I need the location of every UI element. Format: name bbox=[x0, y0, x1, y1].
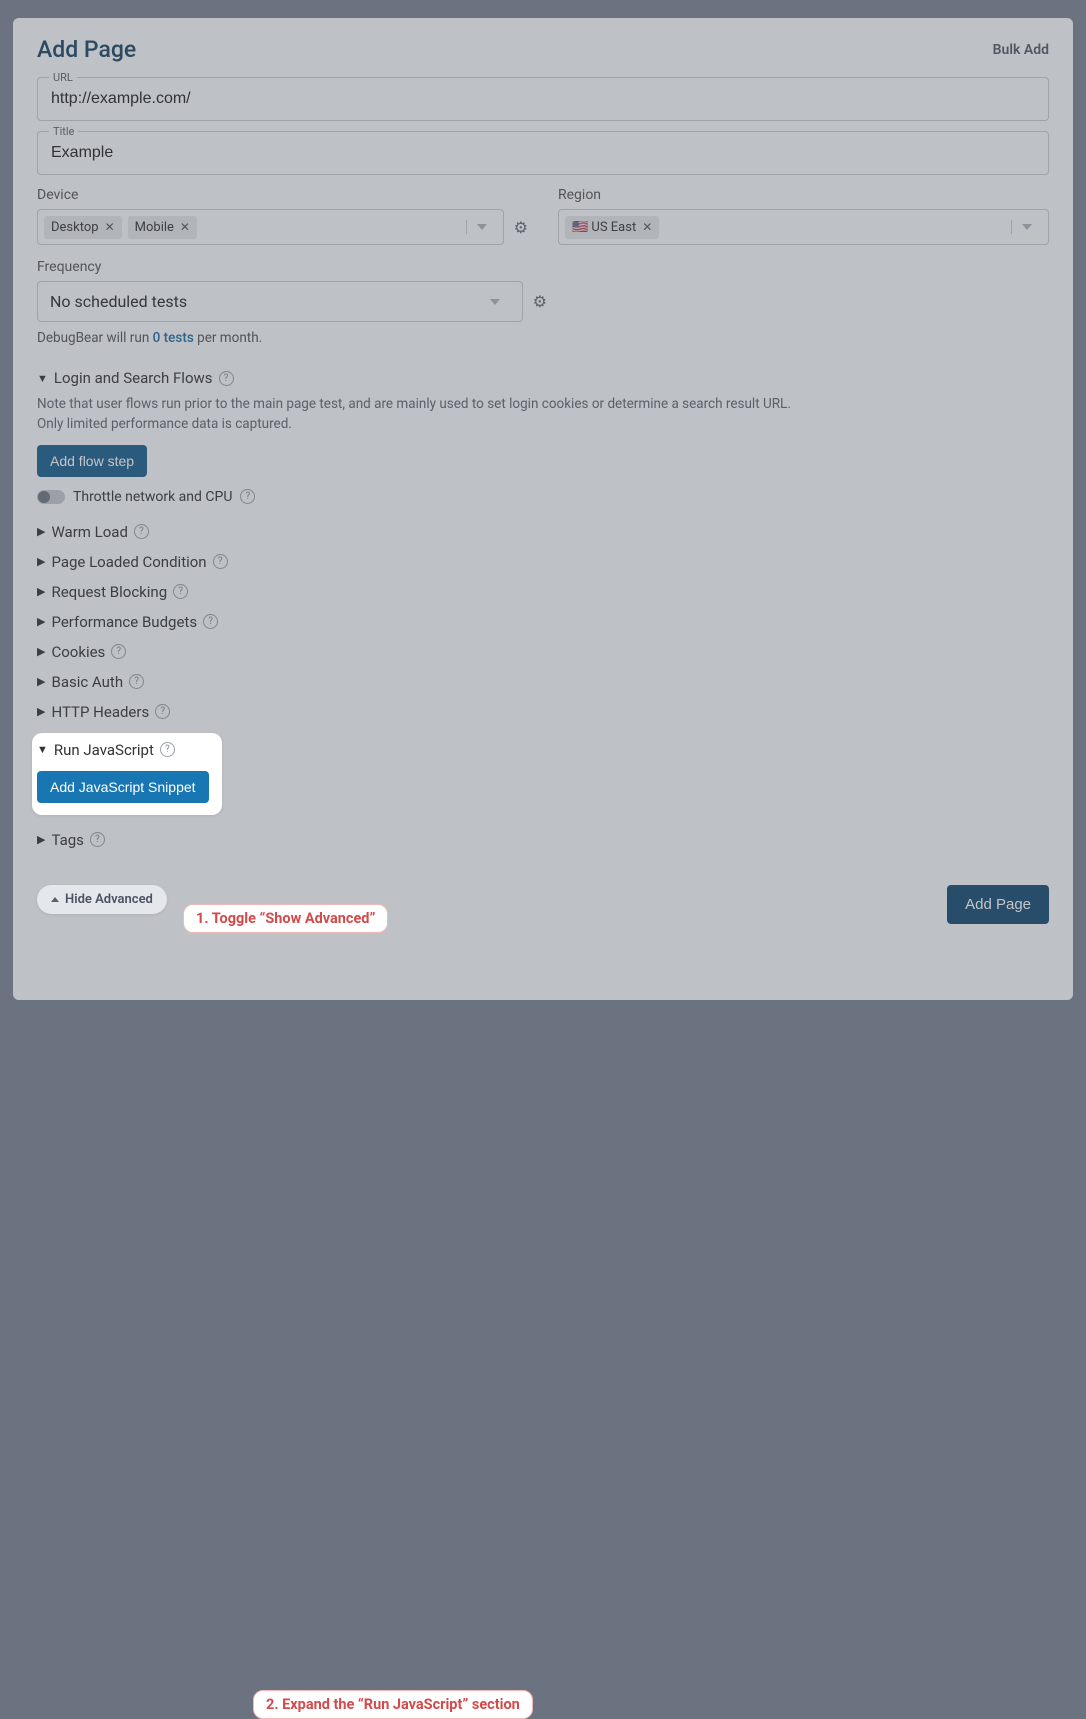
callout-text: 1. Toggle “Show Advanced” bbox=[183, 904, 388, 933]
triangle-right-icon: ▶ bbox=[37, 675, 45, 688]
dropdown-caret[interactable] bbox=[466, 220, 497, 234]
help-icon[interactable]: ? bbox=[111, 644, 126, 659]
device-chip-mobile[interactable]: Mobile ✕ bbox=[128, 216, 197, 239]
help-icon[interactable]: ? bbox=[219, 371, 234, 386]
add-page-modal: Add Page Bulk Add URL Title Device bbox=[13, 18, 1073, 1000]
triangle-right-icon: ▶ bbox=[37, 555, 45, 568]
section-label: Tags bbox=[51, 831, 83, 849]
device-select[interactable]: Desktop ✕ Mobile ✕ bbox=[37, 209, 504, 245]
region-label: Region bbox=[558, 187, 1049, 203]
cookies-toggle[interactable]: ▶ Cookies ? bbox=[37, 637, 1049, 667]
help-icon[interactable]: ? bbox=[134, 524, 149, 539]
callout-text: 2. Expand the “Run JavaScript” section bbox=[253, 1690, 533, 1719]
url-label: URL bbox=[49, 71, 77, 84]
flows-title: Login and Search Flows bbox=[54, 369, 213, 387]
help-icon[interactable]: ? bbox=[90, 832, 105, 847]
triangle-down-icon: ▼ bbox=[37, 372, 48, 385]
chip-remove-icon[interactable]: ✕ bbox=[105, 220, 115, 234]
title-label: Title bbox=[49, 125, 78, 138]
basic-auth-toggle[interactable]: ▶ Basic Auth ? bbox=[37, 667, 1049, 697]
section-label: HTTP Headers bbox=[51, 703, 149, 721]
chevron-down-icon bbox=[490, 299, 500, 305]
add-javascript-snippet-button[interactable]: Add JavaScript Snippet bbox=[37, 771, 209, 803]
pill-label: Hide Advanced bbox=[65, 892, 153, 907]
callout-1: 1. Toggle “Show Advanced” bbox=[183, 904, 1086, 933]
device-label: Device bbox=[37, 187, 528, 203]
triangle-right-icon: ▶ bbox=[37, 645, 45, 658]
triangle-right-icon: ▶ bbox=[37, 525, 45, 538]
help-icon[interactable]: ? bbox=[203, 614, 218, 629]
warm-load-toggle[interactable]: ▶ Warm Load ? bbox=[37, 517, 1049, 547]
section-label: Cookies bbox=[51, 643, 105, 661]
http-headers-toggle[interactable]: ▶ HTTP Headers ? bbox=[37, 697, 1049, 727]
throttle-label: Throttle network and CPU bbox=[73, 489, 232, 505]
section-label: Run JavaScript bbox=[54, 741, 154, 759]
help-icon[interactable]: ? bbox=[155, 704, 170, 719]
chip-label: Desktop bbox=[51, 220, 99, 235]
help-icon[interactable]: ? bbox=[213, 554, 228, 569]
triangle-right-icon: ▶ bbox=[37, 833, 45, 846]
section-label: Performance Budgets bbox=[51, 613, 197, 631]
tags-toggle[interactable]: ▶ Tags ? bbox=[37, 825, 1049, 855]
run-javascript-toggle[interactable]: ▼ Run JavaScript ? bbox=[37, 741, 212, 765]
bulk-add-link[interactable]: Bulk Add bbox=[993, 42, 1049, 58]
chevron-down-icon bbox=[477, 224, 487, 230]
region-chip-useast[interactable]: 🇺🇸 US East ✕ bbox=[565, 216, 659, 239]
page-title: Add Page bbox=[37, 36, 136, 63]
chevron-down-icon bbox=[1022, 224, 1032, 230]
section-label: Page Loaded Condition bbox=[51, 553, 206, 571]
page-loaded-toggle[interactable]: ▶ Page Loaded Condition ? bbox=[37, 547, 1049, 577]
help-icon[interactable]: ? bbox=[129, 674, 144, 689]
tests-count: 0 tests bbox=[153, 330, 194, 346]
callout-2: 2. Expand the “Run JavaScript” section bbox=[253, 1690, 1086, 1719]
hide-advanced-toggle[interactable]: Hide Advanced bbox=[37, 885, 167, 914]
chevron-up-icon bbox=[51, 897, 59, 902]
title-input[interactable] bbox=[37, 131, 1049, 175]
triangle-down-icon: ▼ bbox=[37, 743, 48, 756]
frequency-label: Frequency bbox=[37, 259, 547, 275]
region-select[interactable]: 🇺🇸 US East ✕ bbox=[558, 209, 1049, 245]
flows-note: Note that user flows run prior to the ma… bbox=[37, 394, 1049, 435]
chip-remove-icon[interactable]: ✕ bbox=[642, 220, 652, 234]
triangle-right-icon: ▶ bbox=[37, 585, 45, 598]
run-javascript-section: ▼ Run JavaScript ? Add JavaScript Snippe… bbox=[32, 733, 222, 815]
section-label: Request Blocking bbox=[51, 583, 167, 601]
chip-label: 🇺🇸 US East bbox=[572, 220, 636, 235]
help-icon[interactable]: ? bbox=[173, 584, 188, 599]
flows-section-toggle[interactable]: ▼ Login and Search Flows ? bbox=[37, 364, 1049, 392]
help-icon[interactable]: ? bbox=[240, 489, 255, 504]
request-blocking-toggle[interactable]: ▶ Request Blocking ? bbox=[37, 577, 1049, 607]
frequency-select[interactable]: No scheduled tests bbox=[37, 281, 523, 322]
device-chip-desktop[interactable]: Desktop ✕ bbox=[44, 216, 122, 239]
section-label: Warm Load bbox=[51, 523, 127, 541]
throttle-toggle[interactable] bbox=[37, 490, 65, 504]
device-settings-gear-icon[interactable]: ⚙ bbox=[514, 218, 528, 237]
frequency-settings-gear-icon[interactable]: ⚙ bbox=[533, 292, 547, 311]
add-flow-step-button[interactable]: Add flow step bbox=[37, 445, 147, 477]
section-label: Basic Auth bbox=[51, 673, 123, 691]
chip-remove-icon[interactable]: ✕ bbox=[180, 220, 190, 234]
help-icon[interactable]: ? bbox=[160, 742, 175, 757]
chip-label: Mobile bbox=[135, 220, 174, 235]
dropdown-caret[interactable] bbox=[480, 295, 510, 309]
dropdown-caret[interactable] bbox=[1011, 220, 1042, 234]
perf-budgets-toggle[interactable]: ▶ Performance Budgets ? bbox=[37, 607, 1049, 637]
triangle-right-icon: ▶ bbox=[37, 615, 45, 628]
tests-hint: DebugBear will run 0 tests per month. bbox=[37, 330, 1049, 346]
url-input[interactable] bbox=[37, 77, 1049, 121]
frequency-value: No scheduled tests bbox=[50, 292, 187, 311]
triangle-right-icon: ▶ bbox=[37, 705, 45, 718]
